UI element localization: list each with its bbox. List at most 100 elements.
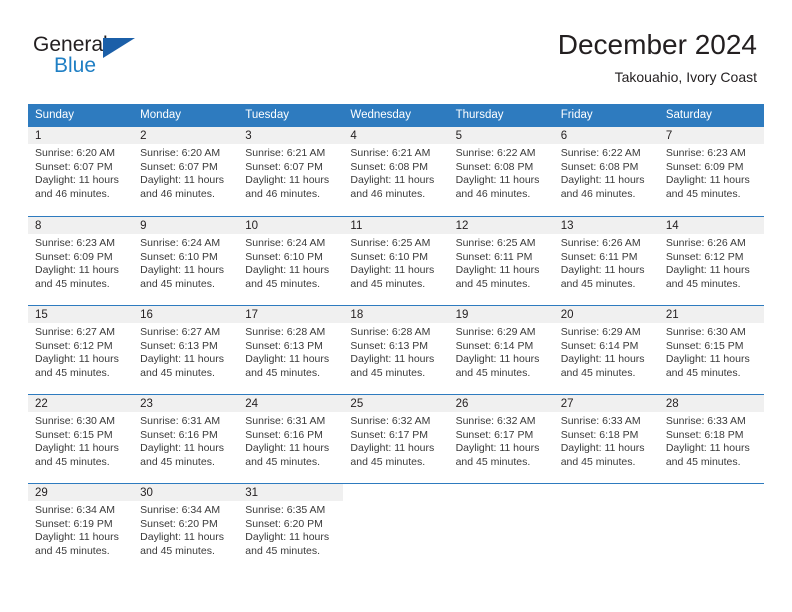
daylight-text: Daylight: 11 hours and 45 minutes.	[665, 174, 750, 200]
day-cell[interactable]: 23 Sunrise: 6:31 AM Sunset: 6:16 PM Dayl…	[133, 395, 239, 483]
day-cell[interactable]: 12 Sunrise: 6:25 AM Sunset: 6:11 PM Dayl…	[448, 217, 554, 305]
day-cell[interactable]: 24 Sunrise: 6:31 AM Sunset: 6:16 PM Dayl…	[238, 395, 344, 483]
daylight-text: Daylight: 11 hours and 45 minutes.	[665, 353, 750, 379]
sunrise-text: Sunrise: 6:27 AM	[140, 326, 221, 338]
day-number: 14	[665, 220, 679, 232]
daylight-text: Daylight: 11 hours and 45 minutes.	[665, 264, 750, 290]
calendar-week-row: 29 Sunrise: 6:34 AM Sunset: 6:19 PM Dayl…	[28, 483, 764, 572]
location-subtitle: Takouahio, Ivory Coast	[614, 69, 757, 85]
day-info: Sunrise: 6:29 AM Sunset: 6:14 PM Dayligh…	[449, 323, 554, 380]
day-cell[interactable]: 27 Sunrise: 6:33 AM Sunset: 6:18 PM Dayl…	[553, 395, 659, 483]
triangle-icon	[103, 38, 135, 58]
daylight-text: Daylight: 11 hours and 46 minutes.	[245, 174, 330, 200]
day-cell[interactable]: 9 Sunrise: 6:24 AM Sunset: 6:10 PM Dayli…	[133, 217, 239, 305]
day-cell[interactable]: 18 Sunrise: 6:28 AM Sunset: 6:13 PM Dayl…	[343, 306, 449, 394]
day-info: Sunrise: 6:33 AM Sunset: 6:18 PM Dayligh…	[554, 412, 659, 469]
day-cell[interactable]: 17 Sunrise: 6:28 AM Sunset: 6:13 PM Dayl…	[238, 306, 344, 394]
day-cell[interactable]: 1 Sunrise: 6:20 AM Sunset: 6:07 PM Dayli…	[28, 127, 134, 216]
sunrise-text: Sunrise: 6:20 AM	[140, 147, 221, 159]
sunset-text: Sunset: 6:17 PM	[455, 428, 534, 441]
sunset-text: Sunset: 6:09 PM	[35, 250, 113, 263]
day-cell[interactable]: 6 Sunrise: 6:22 AM Sunset: 6:08 PM Dayli…	[553, 127, 659, 216]
day-number: 7	[665, 130, 673, 142]
sunset-text: Sunset: 6:12 PM	[665, 250, 744, 263]
sunrise-text: Sunrise: 6:28 AM	[350, 326, 431, 338]
daylight-text: Daylight: 11 hours and 45 minutes.	[140, 531, 224, 557]
sunset-text: Sunset: 6:15 PM	[35, 428, 113, 441]
day-number: 6	[560, 130, 568, 142]
day-cell[interactable]: 4 Sunrise: 6:21 AM Sunset: 6:08 PM Dayli…	[343, 127, 449, 216]
day-cell[interactable]: 13 Sunrise: 6:26 AM Sunset: 6:11 PM Dayl…	[553, 217, 659, 305]
day-info: Sunrise: 6:21 AM Sunset: 6:08 PM Dayligh…	[343, 144, 448, 201]
daylight-text: Daylight: 11 hours and 45 minutes.	[245, 531, 330, 557]
sunrise-text: Sunrise: 6:35 AM	[245, 504, 326, 516]
daylight-text: Daylight: 11 hours and 45 minutes.	[350, 264, 435, 290]
day-info: Sunrise: 6:32 AM Sunset: 6:17 PM Dayligh…	[343, 412, 448, 469]
day-number: 28	[665, 398, 679, 410]
day-cell[interactable]: 21 Sunrise: 6:30 AM Sunset: 6:15 PM Dayl…	[658, 306, 764, 394]
day-info: Sunrise: 6:25 AM Sunset: 6:11 PM Dayligh…	[449, 234, 554, 291]
sunrise-text: Sunrise: 6:34 AM	[35, 504, 115, 516]
day-info: Sunrise: 6:30 AM Sunset: 6:15 PM Dayligh…	[28, 412, 133, 469]
day-cell[interactable]: 22 Sunrise: 6:30 AM Sunset: 6:15 PM Dayl…	[28, 395, 134, 483]
daylight-text: Daylight: 11 hours and 45 minutes.	[560, 264, 645, 290]
sunset-text: Sunset: 6:10 PM	[350, 250, 429, 263]
sunset-text: Sunset: 6:13 PM	[245, 339, 323, 352]
general-blue-logo[interactable]: General Blue	[33, 33, 153, 81]
day-cell[interactable]: 26 Sunrise: 6:32 AM Sunset: 6:17 PM Dayl…	[448, 395, 554, 483]
sunset-text: Sunset: 6:08 PM	[560, 160, 639, 173]
day-cell[interactable]: 19 Sunrise: 6:29 AM Sunset: 6:14 PM Dayl…	[448, 306, 554, 394]
sunrise-text: Sunrise: 6:24 AM	[140, 237, 221, 249]
sunrise-text: Sunrise: 6:32 AM	[350, 415, 431, 427]
sunset-text: Sunset: 6:12 PM	[35, 339, 113, 352]
day-cell[interactable]: 28 Sunrise: 6:33 AM Sunset: 6:18 PM Dayl…	[658, 395, 764, 483]
day-number: 2	[140, 130, 147, 142]
day-number: 26	[455, 398, 469, 410]
day-number: 21	[665, 309, 679, 321]
sunset-text: Sunset: 6:10 PM	[140, 250, 218, 263]
day-cell[interactable]: 20 Sunrise: 6:29 AM Sunset: 6:14 PM Dayl…	[553, 306, 659, 394]
sunrise-text: Sunrise: 6:34 AM	[140, 504, 221, 516]
sunrise-text: Sunrise: 6:21 AM	[350, 147, 431, 159]
sunset-text: Sunset: 6:08 PM	[455, 160, 534, 173]
day-cell[interactable]: 2 Sunrise: 6:20 AM Sunset: 6:07 PM Dayli…	[133, 127, 239, 216]
daylight-text: Daylight: 11 hours and 45 minutes.	[560, 353, 645, 379]
day-cell[interactable]: 14 Sunrise: 6:26 AM Sunset: 6:12 PM Dayl…	[658, 217, 764, 305]
day-cell[interactable]: 31 Sunrise: 6:35 AM Sunset: 6:20 PM Dayl…	[238, 484, 344, 572]
sunset-text: Sunset: 6:17 PM	[350, 428, 429, 441]
day-number: 22	[35, 398, 48, 410]
sunrise-text: Sunrise: 6:26 AM	[665, 237, 746, 249]
day-cell[interactable]: 10 Sunrise: 6:24 AM Sunset: 6:10 PM Dayl…	[238, 217, 344, 305]
sunrise-text: Sunrise: 6:22 AM	[455, 147, 536, 159]
daylight-text: Daylight: 11 hours and 45 minutes.	[140, 442, 224, 468]
day-cell[interactable]: 25 Sunrise: 6:32 AM Sunset: 6:17 PM Dayl…	[343, 395, 449, 483]
day-info: Sunrise: 6:35 AM Sunset: 6:20 PM Dayligh…	[238, 501, 343, 558]
day-cell[interactable]: 3 Sunrise: 6:21 AM Sunset: 6:07 PM Dayli…	[238, 127, 344, 216]
day-cell[interactable]: 8 Sunrise: 6:23 AM Sunset: 6:09 PM Dayli…	[28, 217, 134, 305]
day-info: Sunrise: 6:33 AM Sunset: 6:18 PM Dayligh…	[659, 412, 764, 469]
day-cell[interactable]: 11 Sunrise: 6:25 AM Sunset: 6:10 PM Dayl…	[343, 217, 449, 305]
day-number: 30	[140, 487, 153, 499]
sunrise-text: Sunrise: 6:28 AM	[245, 326, 326, 338]
day-cell[interactable]: 30 Sunrise: 6:34 AM Sunset: 6:20 PM Dayl…	[133, 484, 239, 572]
daylight-text: Daylight: 11 hours and 46 minutes.	[350, 174, 435, 200]
weekday-header-thursday: Thursday	[455, 109, 504, 121]
day-cell[interactable]: 15 Sunrise: 6:27 AM Sunset: 6:12 PM Dayl…	[28, 306, 134, 394]
sunrise-text: Sunrise: 6:25 AM	[455, 237, 536, 249]
calendar-week-row: 15 Sunrise: 6:27 AM Sunset: 6:12 PM Dayl…	[28, 305, 764, 394]
day-cell[interactable]: 5 Sunrise: 6:22 AM Sunset: 6:08 PM Dayli…	[448, 127, 554, 216]
sunset-text: Sunset: 6:20 PM	[140, 517, 218, 530]
day-info: Sunrise: 6:20 AM Sunset: 6:07 PM Dayligh…	[133, 144, 238, 201]
day-cell[interactable]: 16 Sunrise: 6:27 AM Sunset: 6:13 PM Dayl…	[133, 306, 239, 394]
day-number: 27	[560, 398, 574, 410]
day-cell[interactable]: 29 Sunrise: 6:34 AM Sunset: 6:19 PM Dayl…	[28, 484, 134, 572]
day-cell[interactable]: 7 Sunrise: 6:23 AM Sunset: 6:09 PM Dayli…	[658, 127, 764, 216]
day-info: Sunrise: 6:29 AM Sunset: 6:14 PM Dayligh…	[554, 323, 659, 380]
day-info: Sunrise: 6:32 AM Sunset: 6:17 PM Dayligh…	[449, 412, 554, 469]
sunset-text: Sunset: 6:18 PM	[665, 428, 744, 441]
day-number: 3	[245, 130, 252, 142]
day-number: 10	[245, 220, 259, 232]
day-info: Sunrise: 6:25 AM Sunset: 6:10 PM Dayligh…	[343, 234, 448, 291]
day-info: Sunrise: 6:28 AM Sunset: 6:13 PM Dayligh…	[238, 323, 343, 380]
sunset-text: Sunset: 6:16 PM	[140, 428, 218, 441]
